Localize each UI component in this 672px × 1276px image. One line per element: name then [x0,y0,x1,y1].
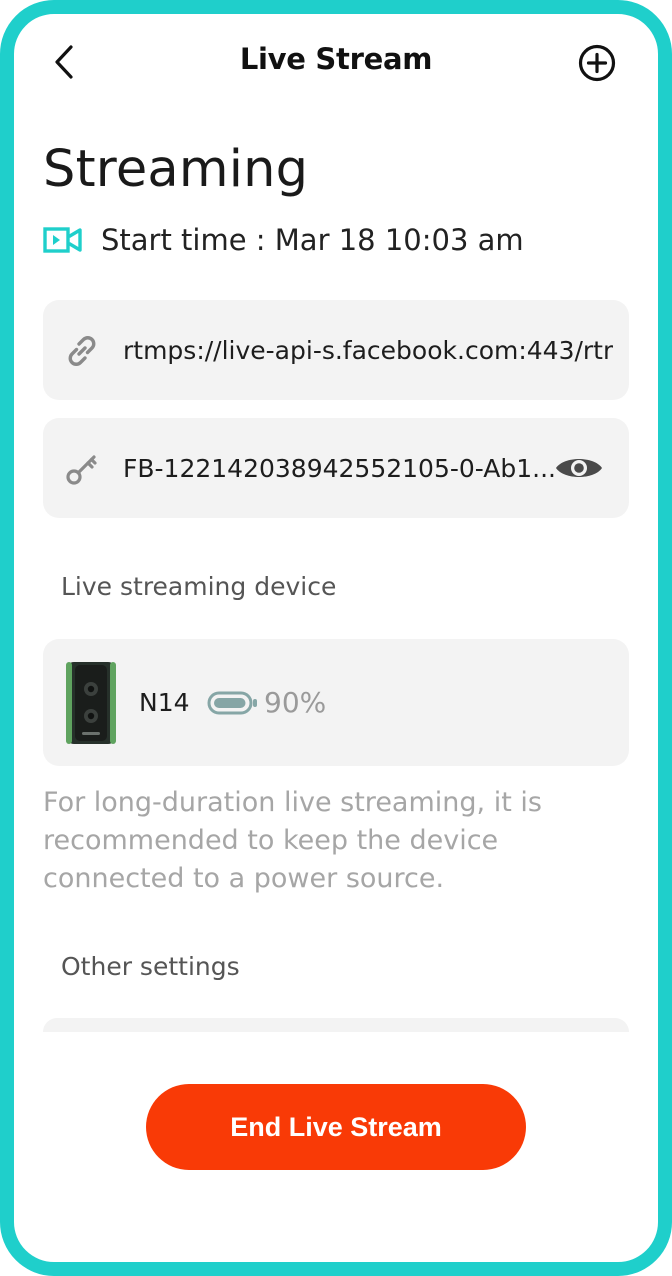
start-time-row: Start time : Mar 18 10:03 am [43,218,524,262]
video-camera-icon [43,226,83,254]
other-settings-card[interactable] [43,1018,629,1032]
power-source-note: For long-duration live streaming, it is … [43,787,542,894]
add-button[interactable] [576,42,618,84]
plus-circle-icon [578,44,616,82]
stream-key-value: FB-122142038942552105-0-Ab1... [123,453,555,483]
start-time-text: Start time : Mar 18 10:03 am [101,223,524,257]
streaming-status-title: Streaming [43,140,309,199]
link-icon [63,332,101,370]
show-key-toggle[interactable] [553,448,605,488]
other-settings-label: Other settings [61,952,240,981]
battery-percentage: 90% [264,686,327,719]
device-card[interactable]: N14 90% [43,639,629,766]
device-thumbnail [66,662,116,744]
live-stream-screen: Live Stream Streaming Start time : Mar 1… [14,14,658,1262]
page-title: Live Stream [239,42,433,76]
eye-icon [556,459,602,477]
stream-url-value: rtmps://live-api-s.facebook.com:443/rtmp… [123,335,613,365]
device-section-label: Live streaming device [61,572,337,601]
stream-url-field[interactable]: rtmps://live-api-s.facebook.com:443/rtmp… [43,300,629,400]
device-name: N14 [139,688,190,717]
battery-icon [207,691,257,715]
end-live-stream-button[interactable]: End Live Stream [146,1084,526,1170]
phone-frame: Live Stream Streaming Start time : Mar 1… [0,0,672,1276]
stream-key-field[interactable]: FB-122142038942552105-0-Ab1... [43,418,629,518]
key-icon [63,450,101,488]
